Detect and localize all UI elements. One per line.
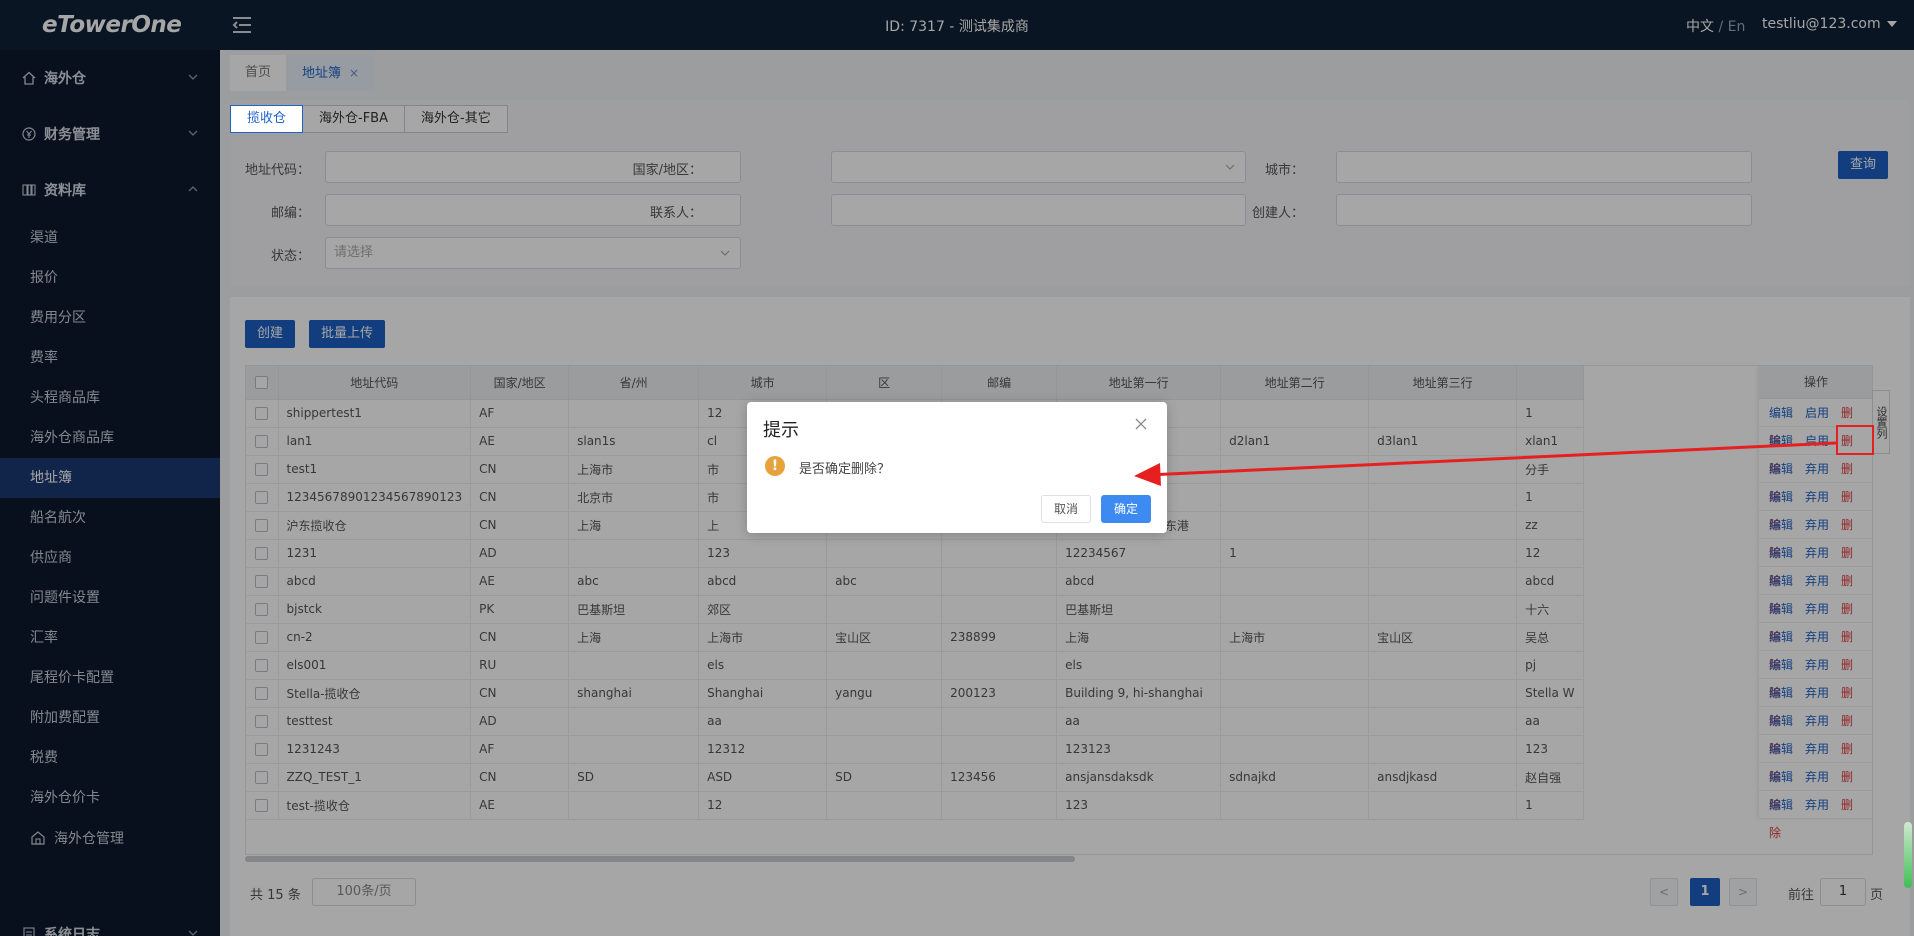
- tab-pickup-warehouse[interactable]: 揽收仓: [230, 105, 304, 133]
- confirm-button[interactable]: 确定: [1101, 495, 1151, 523]
- warning-icon: !: [765, 456, 785, 476]
- confirm-dialog: 提示 ! 是否确定删除？ 取消 确定: [747, 402, 1167, 533]
- dialog-message: 是否确定删除？: [799, 462, 891, 477]
- cancel-button[interactable]: 取消: [1041, 495, 1091, 523]
- page-scroll-indicator[interactable]: [1904, 822, 1912, 888]
- highlight-box: [1836, 425, 1874, 455]
- dialog-title: 提示: [763, 420, 799, 441]
- close-icon[interactable]: [1135, 418, 1147, 430]
